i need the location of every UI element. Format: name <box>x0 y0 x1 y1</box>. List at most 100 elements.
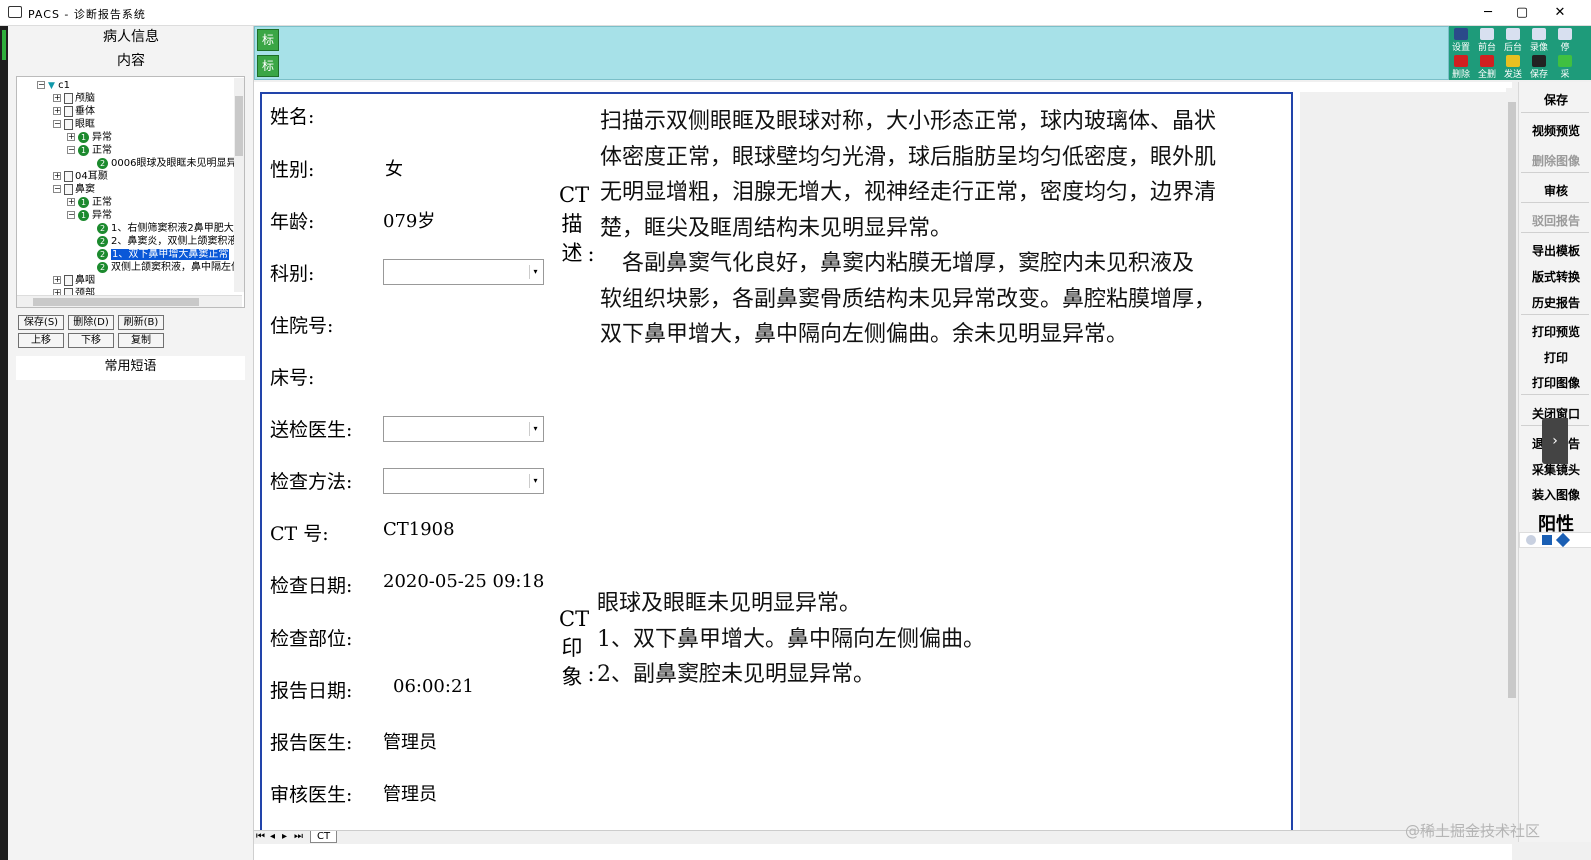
tree-node[interactable]: + 垂体 <box>53 105 95 118</box>
capture-icon <box>1558 55 1572 67</box>
ct-description-text[interactable]: 扫描示双侧眼眶及眼球对称，大小形态正常，球内玻璃体、晶状 体密度正常，眼球壁均匀… <box>600 104 1292 353</box>
tree-node[interactable]: + 鼻咽 <box>53 274 95 287</box>
content-header[interactable]: 内容 <box>8 50 254 70</box>
menu-review[interactable]: 审核 <box>1523 182 1589 199</box>
menu-print-image[interactable]: 打印图像 <box>1523 374 1589 391</box>
capture-button[interactable]: 采 <box>1553 53 1577 80</box>
gender-value[interactable]: 女 <box>385 155 403 181</box>
text-line: 1、双下鼻甲增大。鼻中隔向左侧偏曲。 <box>597 626 985 652</box>
report-date-value[interactable]: 06:00:21 <box>393 676 474 697</box>
tree-node[interactable]: 2 双侧上颌窦积液，鼻中隔左偏 <box>97 261 241 274</box>
menu-export-template[interactable]: 导出模板 <box>1523 242 1589 259</box>
tree-node[interactable]: − ▼ c1 <box>37 79 70 92</box>
tree-node[interactable]: 2 2、鼻窦炎，双侧上颌窦积液 <box>97 235 237 248</box>
save-icon <box>1532 55 1546 67</box>
sheet-tab-bar: ⏮ ◂ ▸ ⏭ CT <box>254 830 1514 844</box>
menu-format-convert[interactable]: 版式转换 <box>1523 268 1589 285</box>
dept-select[interactable]: ▾ <box>383 259 544 285</box>
age-label: 年龄: <box>270 211 315 233</box>
save-image-button[interactable]: 保存 <box>1527 53 1551 80</box>
copy-button[interactable]: 复制 <box>118 333 164 348</box>
shirt-icon[interactable] <box>1542 535 1552 545</box>
tree-node[interactable]: + 颅脑 <box>53 92 95 105</box>
menu-print[interactable]: 打印 <box>1523 349 1589 366</box>
tree-node[interactable]: −1 异常 <box>67 209 112 222</box>
dropdown-arrow-icon: ▾ <box>529 422 541 436</box>
user-icon[interactable] <box>1526 535 1536 545</box>
review-doctor-value[interactable]: 管理员 <box>383 780 437 806</box>
background-button[interactable]: 后台 <box>1501 26 1525 53</box>
tree-node-selected[interactable]: 2 1、双下鼻甲增大鼻窦正常 <box>97 248 230 261</box>
delete-all-button[interactable]: 全删 <box>1475 53 1499 80</box>
menu-reject-report[interactable]: 驳回报告 <box>1523 212 1589 229</box>
report-vertical-scrollbar[interactable] <box>1506 88 1518 830</box>
text-line: 各副鼻窦气化良好，鼻窦内粘膜无增厚，窦腔内未见积液及 <box>600 251 1195 276</box>
tree-node[interactable]: +04耳颞 <box>53 170 108 183</box>
menu-save[interactable]: 保存 <box>1523 91 1589 108</box>
text-line: 无明显增粗，泪腺无增大，视神经走行正常，密度均匀，边界清 <box>600 180 1217 205</box>
label-char: CT <box>559 183 590 207</box>
tree-vertical-scrollbar[interactable] <box>234 78 244 292</box>
patient-info-header[interactable]: 病人信息 <box>8 26 254 46</box>
exam-date-value[interactable]: 2020-05-25 09:18 <box>383 571 548 592</box>
delete-image-button[interactable]: 删除 <box>1449 53 1473 80</box>
template-tree[interactable]: − ▼ c1 + 颅脑 + 垂体 − 眼眶 +1 异常 −1 正常 2 0006眼球及眼眶未见… <box>16 76 245 308</box>
report-doctor-value[interactable]: 管理员 <box>383 728 437 754</box>
scroll-thumb[interactable] <box>33 298 199 306</box>
side-expand-tab[interactable]: › <box>1542 418 1568 464</box>
delete-template-button[interactable]: 删除(D) <box>68 315 114 330</box>
tree-node[interactable]: 2 0006眼球及眼眶未见明显异常 <box>97 157 244 170</box>
move-down-button[interactable]: 下移 <box>68 333 114 348</box>
text-line: 2、副鼻窦腔未见明显异常。 <box>597 662 875 687</box>
next-sheet-icon[interactable]: ▸ <box>282 831 287 842</box>
last-sheet-icon[interactable]: ⏭ <box>294 831 303 842</box>
background-icon <box>1506 28 1520 40</box>
scroll-thumb[interactable] <box>1508 102 1516 698</box>
sheet-tab-ct[interactable]: CT <box>310 831 338 843</box>
app-icon <box>8 6 22 18</box>
refresh-button[interactable]: 刷新(B) <box>118 315 164 330</box>
tree-node[interactable]: +1 异常 <box>67 131 112 144</box>
menu-delete-image[interactable]: 删除图像 <box>1523 152 1589 169</box>
tree-horizontal-scrollbar[interactable] <box>17 295 242 307</box>
gender-label: 性别: <box>270 159 315 181</box>
mark-button-2[interactable]: 标 <box>257 55 279 77</box>
scroll-thumb[interactable] <box>235 96 243 156</box>
menu-video-preview[interactable]: 视频预览 <box>1523 122 1589 139</box>
close-button[interactable]: ✕ <box>1550 4 1570 22</box>
exam-part-label: 检查部位: <box>270 628 353 650</box>
send-button[interactable]: 发送 <box>1501 53 1525 80</box>
tree-node[interactable]: +1 正常 <box>67 196 112 209</box>
save-template-button[interactable]: 保存(S) <box>18 315 64 330</box>
mark-button-1[interactable]: 标 <box>257 29 279 51</box>
sending-doctor-select[interactable]: ▾ <box>383 416 544 442</box>
maximize-button[interactable]: ▢ <box>1512 4 1532 22</box>
tree-node[interactable]: −1 正常 <box>67 144 112 157</box>
menu-load-image[interactable]: 装入图像 <box>1523 486 1589 503</box>
settings-button[interactable]: 设置 <box>1449 26 1473 53</box>
tree-node[interactable]: 2 1、右侧筛窦积液2鼻甲肥大中 <box>97 222 244 235</box>
exam-method-select[interactable]: ▾ <box>383 468 544 494</box>
foreground-button[interactable]: 前台 <box>1475 26 1499 53</box>
wrench-icon[interactable] <box>1555 532 1571 548</box>
menu-print-preview[interactable]: 打印预览 <box>1523 323 1589 340</box>
age-value[interactable]: 079岁 <box>383 207 435 233</box>
title-bar: PACS - 诊断报告系统 ─ ▢ ✕ <box>0 0 1591 26</box>
stop-button[interactable]: 停 <box>1553 26 1577 53</box>
record-button[interactable]: 录像 <box>1527 26 1551 53</box>
menu-history-report[interactable]: 历史报告 <box>1523 294 1589 311</box>
ct-impression-text[interactable]: 眼球及眼眶未见明显异常。 1、双下鼻甲增大。鼻中隔向左侧偏曲。 2、副鼻窦腔未见… <box>597 586 1287 693</box>
first-sheet-icon[interactable]: ⏮ <box>256 831 265 842</box>
ct-number-value[interactable]: CT1908 <box>383 519 455 540</box>
ct-impression-label: CT 印 象 <box>559 605 589 692</box>
tree-node[interactable]: − 鼻窦 <box>53 183 95 196</box>
common-phrases-header[interactable]: 常用短语 <box>16 356 245 380</box>
chevron-right-icon: › <box>1552 433 1558 449</box>
move-up-button[interactable]: 上移 <box>18 333 64 348</box>
delete-all-icon <box>1480 55 1494 67</box>
dept-label: 科别: <box>270 263 315 285</box>
minimize-button[interactable]: ─ <box>1478 4 1498 22</box>
dropdown-arrow-icon: ▾ <box>529 265 541 279</box>
prev-sheet-icon[interactable]: ◂ <box>270 831 275 842</box>
tree-node[interactable]: − 眼眶 <box>53 118 95 131</box>
